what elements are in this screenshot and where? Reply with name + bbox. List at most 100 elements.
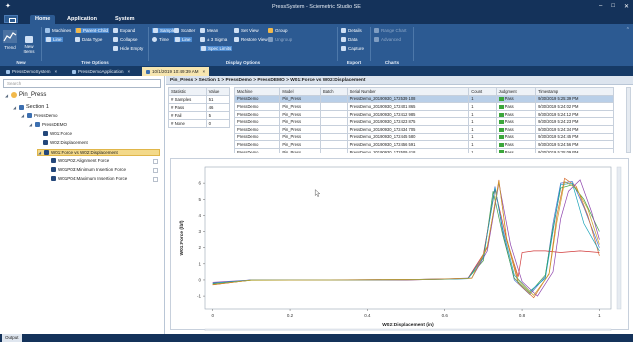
search-input[interactable]: Search [3,79,161,88]
mean-button[interactable]: Mean [200,28,218,33]
samples-header-batch[interactable]: Batch [320,87,348,96]
samples-header-judgment[interactable]: Judgment [495,87,537,96]
tree-node[interactable]: W02:Displacement [37,140,88,145]
tree-node-label: W01P03:Minimum Insertion Force [58,167,127,172]
table-row[interactable]: PressDemo Pin_Press PressDemo_20190930_172… [234,117,614,126]
parameter-checkbox[interactable] [153,159,158,164]
sample-button[interactable]: Sample [152,28,177,33]
expand-arrow-icon[interactable]: ◢ [13,105,17,110]
table-row[interactable]: PressDemo Pin_Press PressDemo_20190930_172… [234,140,614,149]
table-cell: Pass [495,140,537,149]
maximize-icon[interactable]: □ [611,3,615,10]
doc-tab-trend[interactable]: 10/1/2019 10:49:39 AM × [142,67,210,76]
table-row[interactable]: PressDemo Pin_Press PressDemo_20190930_172… [234,132,614,142]
table-row[interactable]: PressDemo Pin_Press PressDemo_20190930_172… [234,109,614,119]
table-cell: Pin_Press [279,117,322,126]
expand-button[interactable]: Expand [113,28,135,33]
tree-node[interactable]: ◢ Pin_Press [5,92,46,98]
table-cell: PressDemo [234,124,281,134]
table-row[interactable]: PressDemo Pin_Press PressDemo_20190930_172… [234,94,614,104]
minimize-icon[interactable]: – [599,3,602,10]
tree-node[interactable]: ◢ Section 1 [13,104,49,110]
table-row[interactable]: PressDemo Pin_Press PressDemo_20190930_172… [234,102,614,111]
table-cell: Pin_Press [279,124,322,134]
samples-header-count[interactable]: Count [468,87,497,96]
expand-arrow-icon[interactable]: ◢ [21,113,25,118]
tree-node[interactable]: W01P04:Maximum Insertion Force [45,176,127,181]
capture-button[interactable]: Capture [341,46,364,51]
parameter-checkbox[interactable] [153,168,158,173]
table-cell: 1 [468,124,497,134]
details-button[interactable]: Details [341,28,362,33]
close-tab-icon[interactable]: × [203,67,206,76]
advanced-button[interactable]: Advanced [374,37,401,42]
hide-empty-button[interactable]: Hide Empty [113,46,143,51]
line-display-button[interactable]: Line [174,37,192,42]
samples-header-timestamp[interactable]: Timestamp [535,87,614,96]
node-icon [27,113,32,118]
scatter-button[interactable]: Scatter [174,28,195,33]
ungroup-button[interactable]: Ungroup [268,37,292,42]
samples-header-serial-number[interactable]: Serial Number [346,87,470,96]
samples-header-machine[interactable]: Machine [234,87,281,96]
data-type-button[interactable]: Data Type [75,37,102,42]
table-cell: Pass [495,94,537,104]
doc-tab-application[interactable]: PressDemoApplication × [68,67,134,76]
stats-header-statistic[interactable]: Statistic [168,87,207,96]
sigma-button[interactable]: ± 3 Sigma [200,37,227,42]
line-chart-icon [175,37,180,42]
table-cell: PressDemo_20190930_172445 580 [346,132,470,142]
collapse-button[interactable]: Collapse [113,37,138,42]
doc-tab-system[interactable]: PressDemoSystem × [2,67,61,76]
parameter-checkbox[interactable] [153,177,158,182]
tree-node[interactable]: ◢ PressDEMO [29,122,67,127]
machines-button[interactable]: Machines [45,28,71,33]
line-tree-button[interactable]: Line [45,37,63,42]
new-items-button[interactable]: New Items [20,36,38,54]
tab-application[interactable]: Application [62,15,102,24]
restore-view-button[interactable]: Restore View [234,37,268,42]
samples-scrollbar[interactable] [626,87,631,153]
group-button[interactable]: Group [268,28,288,33]
table-cell: PressDemo [234,117,281,126]
table-row[interactable]: PressDemo Pin_Press PressDemo_20190930_172… [234,124,614,134]
output-tab[interactable]: Output [2,334,22,342]
tab-system[interactable]: System [110,15,140,24]
set-view-button[interactable]: Set View [234,28,259,33]
line-icon [46,37,51,42]
samples-table: Machine Model Batch Serial Number Count Judgm… [234,87,622,153]
tree-node[interactable]: ◢ W01:Force vs W02:Displacement [37,149,160,156]
expand-arrow-icon[interactable]: ◢ [5,93,9,98]
judgment-label: Pass [504,149,514,153]
close-tab-icon[interactable]: × [55,67,58,76]
tree-node[interactable]: W01:Force [37,131,72,136]
y-tick-label: 0 [198,277,201,282]
data-button[interactable]: Data [341,37,358,42]
pass-icon [498,135,504,140]
file-menu-button[interactable] [4,15,18,23]
tree-node[interactable]: W01P02:Alignment Force [45,158,109,163]
parent-child-button[interactable]: Parent-Child [75,28,110,33]
chart-h-scrollbar[interactable] [204,328,612,334]
plot-area[interactable] [204,166,612,310]
range-chart-button[interactable]: Range Chart [374,28,407,33]
spec-limits-button[interactable]: Spec Limits [200,46,233,51]
table-row[interactable]: PressDemo Pin_Press PressDemo_20190930_172… [234,147,614,153]
close-tab-icon[interactable]: × [128,67,131,76]
time-button[interactable]: Time [152,37,169,42]
expand-arrow-icon[interactable]: ◢ [29,122,33,127]
tree-node[interactable]: ◢ PressDemo [21,113,58,118]
tree-node[interactable]: W01P03:Minimum Insertion Force [45,167,126,172]
samples-header-model[interactable]: Model [279,87,322,96]
tab-home[interactable]: Home [30,15,56,24]
trend-chart[interactable]: -1 0 1 2 3 4 5 6 0 0.2 0.4 0.6 0.8 1 W02:Displacement … [170,158,629,334]
trend-button[interactable]: Trend [2,30,18,50]
stats-header-value[interactable]: Value [205,87,231,96]
tree-node-label: PressDEMO [42,122,68,127]
pass-icon [498,150,504,153]
ribbon-collapse-icon[interactable]: ⌃ [626,27,630,33]
table-cell: Pin_Press [279,109,322,119]
chart-v-scrollbar[interactable] [616,166,622,310]
close-icon[interactable]: ✕ [624,3,629,10]
expand-arrow-icon[interactable]: ◢ [38,150,42,155]
